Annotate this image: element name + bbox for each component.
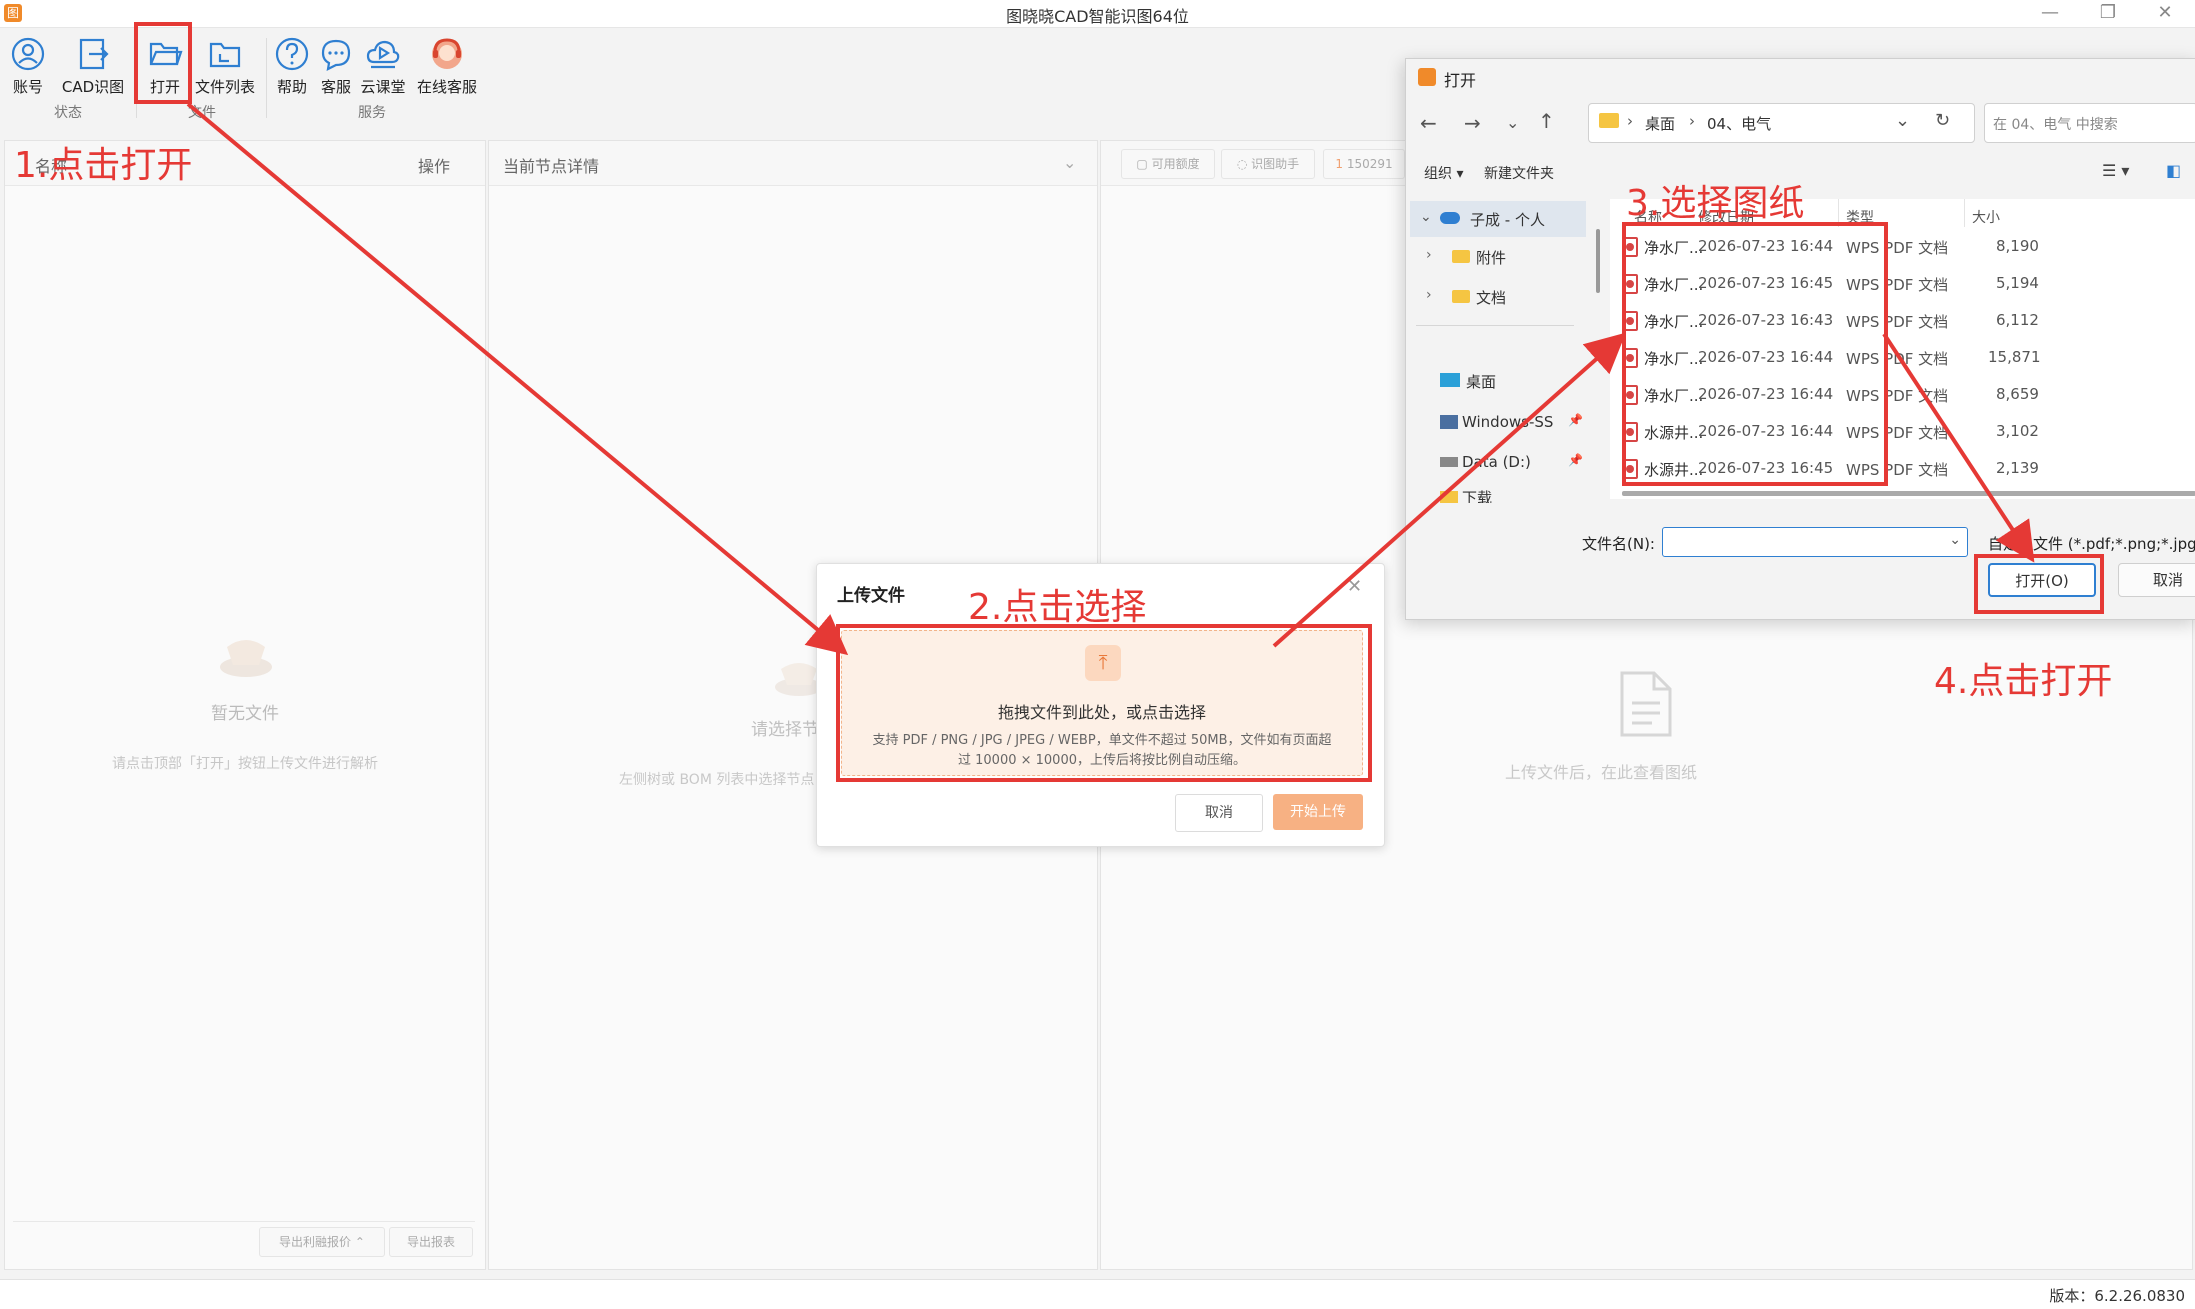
arrow-step-1 <box>186 102 849 656</box>
arrow-step-2 <box>1272 332 1626 648</box>
annotation-arrows <box>186 102 2035 656</box>
arrow-step-3 <box>1882 332 2035 563</box>
